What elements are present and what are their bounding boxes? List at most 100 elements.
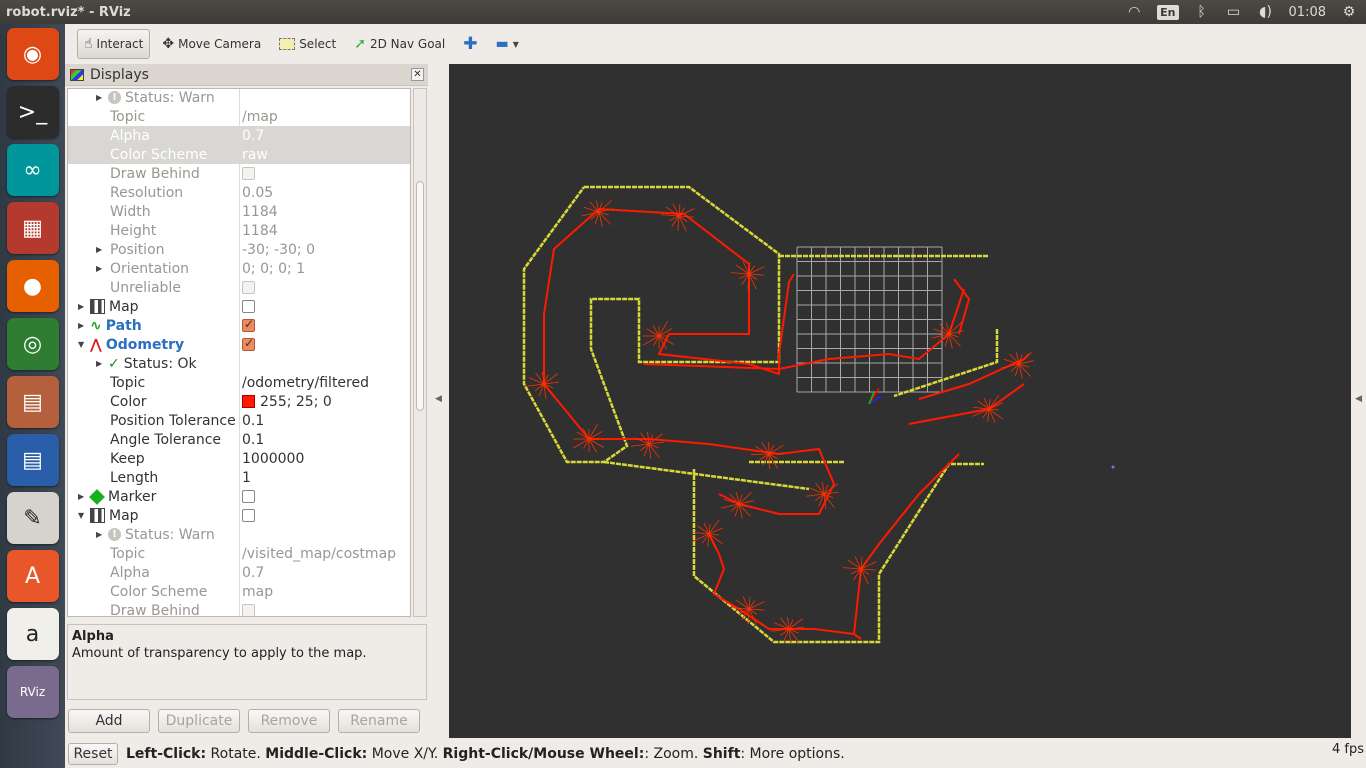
expand-right-arrow-icon[interactable]: ▶: [96, 359, 102, 368]
display-tree-row[interactable]: ▶ Map: [68, 297, 410, 316]
display-tree-row[interactable]: Draw Behind: [68, 601, 410, 616]
display-row-value[interactable]: [242, 281, 260, 294]
display-row-value[interactable]: 0.05: [242, 185, 273, 201]
display-enable-checkbox[interactable]: [242, 300, 255, 313]
display-row-value[interactable]: [242, 167, 260, 180]
scrollbar-thumb[interactable]: [416, 181, 424, 411]
display-row-value[interactable]: [242, 300, 260, 313]
arduino-icon[interactable]: ∞: [6, 144, 59, 196]
nav-goal-tool-button[interactable]: ➚ 2D Nav Goal: [348, 29, 451, 59]
files-icon[interactable]: ▤: [6, 376, 59, 428]
writer-icon[interactable]: ▤: [6, 434, 59, 486]
color-swatch[interactable]: [242, 395, 255, 408]
display-tree-row[interactable]: Keep 1000000: [68, 449, 410, 468]
display-tree-row[interactable]: Topic/odometry/filtered: [68, 373, 410, 392]
close-icon[interactable]: ✕: [411, 68, 424, 81]
bluetooth-icon[interactable]: ᛒ: [1193, 4, 1211, 20]
display-row-value[interactable]: 0.1: [242, 432, 264, 448]
display-tree-row[interactable]: Alpha 0.7: [68, 126, 410, 145]
displays-tree[interactable]: ▶! Status: Warn Topic/map Alpha 0.7 Color Sch…: [67, 88, 411, 617]
display-row-value[interactable]: 1184: [242, 204, 278, 220]
display-row-value[interactable]: [242, 336, 260, 351]
remove-button[interactable]: Remove: [248, 709, 330, 733]
duplicate-button[interactable]: Duplicate: [158, 709, 240, 733]
expand-right-arrow-icon[interactable]: ▶: [96, 245, 102, 254]
displays-scrollbar[interactable]: [413, 88, 427, 617]
battery-icon[interactable]: ▭: [1225, 4, 1243, 20]
expand-right-arrow-icon[interactable]: ▶: [96, 264, 102, 273]
display-tree-row[interactable]: Color Scheme raw: [68, 145, 410, 164]
display-tree-row[interactable]: Unreliable: [68, 278, 410, 297]
text-editor-icon[interactable]: ✎: [6, 492, 59, 544]
display-tree-row[interactable]: ▶ ∿ Path: [68, 316, 410, 335]
display-tree-row[interactable]: Resolution 0.05: [68, 183, 410, 202]
display-enable-checkbox[interactable]: [242, 336, 255, 351]
display-row-value[interactable]: [242, 509, 260, 522]
display-row-value[interactable]: raw: [242, 147, 268, 163]
display-tree-row[interactable]: ▶! Status: Warn: [68, 89, 410, 107]
display-tree-row[interactable]: Length 1: [68, 468, 410, 487]
display-enable-checkbox[interactable]: [242, 509, 255, 522]
display-row-value[interactable]: map: [242, 584, 273, 600]
remove-tool-button[interactable]: ▬ ▼: [489, 29, 524, 59]
expand-right-arrow-icon[interactable]: ▶: [78, 321, 84, 330]
display-tree-row[interactable]: Height 1184: [68, 221, 410, 240]
display-tree-row[interactable]: ▶! Status: Warn: [68, 525, 410, 544]
display-tree-row[interactable]: ▼ ⋀ Odometry: [68, 335, 410, 354]
rviz-icon[interactable]: RViz: [6, 666, 59, 718]
display-enable-checkbox[interactable]: [242, 167, 255, 180]
gear-icon[interactable]: ⚙: [1340, 4, 1358, 20]
expand-right-arrow-icon[interactable]: ▶: [96, 530, 102, 539]
display-row-value[interactable]: 0.1: [242, 413, 264, 429]
expand-down-arrow-icon[interactable]: ▼: [78, 340, 84, 349]
display-tree-row[interactable]: Angle Tolerance 0.1: [68, 430, 410, 449]
add-button[interactable]: Add: [68, 709, 150, 733]
interact-tool-button[interactable]: ☝ Interact: [77, 29, 151, 59]
amazon-icon[interactable]: a: [6, 608, 59, 660]
display-tree-row[interactable]: ▶ Orientation 0; 0; 0; 1: [68, 259, 410, 278]
display-row-value[interactable]: 1000000: [242, 451, 304, 467]
display-tree-row[interactable]: Topic/map: [68, 107, 410, 126]
display-tree-row[interactable]: Draw Behind: [68, 164, 410, 183]
display-enable-checkbox[interactable]: [242, 604, 255, 616]
rename-button[interactable]: Rename: [338, 709, 420, 733]
display-row-value[interactable]: /odometry/filtered: [242, 375, 369, 391]
display-row-value[interactable]: /map: [242, 109, 278, 125]
display-row-value[interactable]: 1184: [242, 223, 278, 239]
display-tree-row[interactable]: Color Scheme map: [68, 582, 410, 601]
display-tree-row[interactable]: ▼ Map: [68, 506, 410, 525]
volume-icon[interactable]: ◖): [1257, 4, 1275, 20]
display-tree-row[interactable]: Width 1184: [68, 202, 410, 221]
display-enable-checkbox[interactable]: [242, 281, 255, 294]
display-row-value[interactable]: /visited_map/costmap: [242, 546, 396, 562]
display-row-value[interactable]: -30; -30; 0: [242, 242, 315, 258]
display-tree-row[interactable]: Position Tolerance 0.1: [68, 411, 410, 430]
display-row-value[interactable]: 1: [242, 470, 251, 486]
display-row-value[interactable]: [242, 490, 260, 503]
display-tree-row[interactable]: Alpha 0.7: [68, 563, 410, 582]
terminal-icon[interactable]: >_: [6, 86, 59, 138]
workspace-switcher-icon[interactable]: ▦: [6, 202, 59, 254]
select-tool-button[interactable]: Select: [273, 29, 342, 59]
display-tree-row[interactable]: ▶ Position -30; -30; 0: [68, 240, 410, 259]
display-tree-row[interactable]: Topic/visited_map/costmap: [68, 544, 410, 563]
collapse-left-arrow-icon[interactable]: ◀: [435, 394, 442, 404]
display-tree-row[interactable]: ▶ ✓ Status: Ok: [68, 354, 410, 373]
display-row-value[interactable]: 255; 25; 0: [242, 394, 332, 410]
display-enable-checkbox[interactable]: [242, 317, 255, 332]
ubuntu-dash-icon[interactable]: ◉: [6, 28, 59, 80]
collapse-right-arrow-icon[interactable]: ◀: [1355, 394, 1362, 404]
firefox-icon[interactable]: ●: [6, 260, 59, 312]
3d-viewport[interactable]: [449, 64, 1351, 738]
display-tree-row[interactable]: Color 255; 25; 0: [68, 392, 410, 411]
add-tool-button[interactable]: ✚: [457, 29, 483, 59]
display-row-value[interactable]: 0; 0; 0; 1: [242, 261, 305, 277]
chrome-icon[interactable]: ◎: [6, 318, 59, 370]
wifi-icon[interactable]: ◠: [1125, 4, 1143, 20]
move-camera-tool-button[interactable]: ✥ Move Camera: [156, 29, 267, 59]
clock[interactable]: 01:08: [1289, 5, 1326, 20]
reset-button[interactable]: Reset: [68, 743, 118, 765]
display-row-value[interactable]: 0.7: [242, 128, 264, 144]
expand-down-arrow-icon[interactable]: ▼: [78, 511, 84, 520]
display-row-value[interactable]: 0.7: [242, 565, 264, 581]
